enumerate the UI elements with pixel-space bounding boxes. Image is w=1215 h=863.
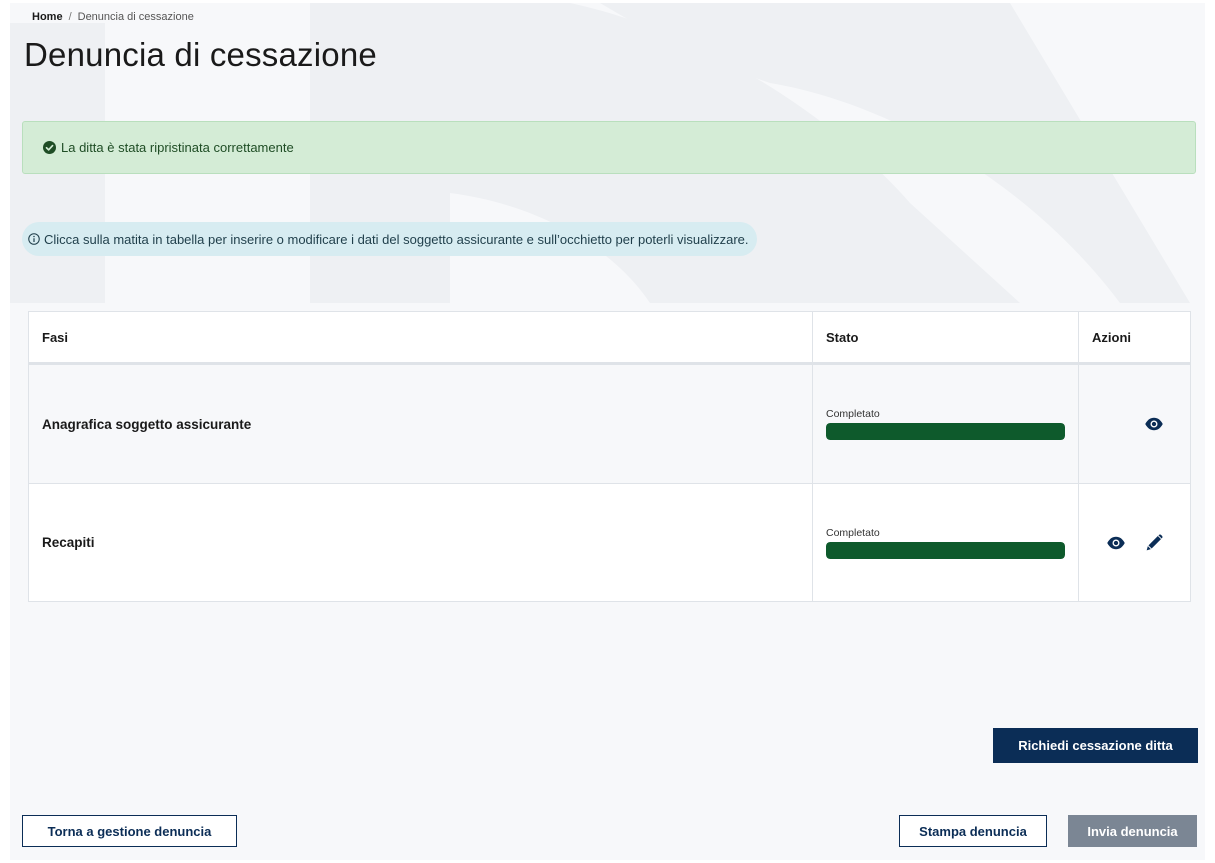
phases-table: Fasi Stato Azioni Anagrafica soggetto as… [28, 311, 1191, 602]
actions-cell [1078, 483, 1191, 602]
table-row: Recapiti Completato [28, 483, 1191, 602]
print-report-button[interactable]: Stampa denuncia [899, 815, 1047, 847]
phase-cell: Anagrafica soggetto assicurante [28, 363, 813, 484]
phase-name: Recapiti [42, 535, 95, 550]
status-label: Completato [826, 408, 880, 420]
table-row: Anagrafica soggetto assicurante Completa… [28, 363, 1191, 484]
progress-fill [826, 541, 1065, 559]
request-cessation-button[interactable]: Richiedi cessazione ditta [993, 728, 1198, 763]
table-header-row: Fasi Stato Azioni [28, 311, 1191, 365]
check-circle-icon [43, 141, 56, 154]
breadcrumb-current: Denuncia di cessazione [77, 11, 194, 23]
header-phases: Fasi [28, 311, 813, 365]
progress-bar [826, 541, 1065, 559]
breadcrumb: Home / Denuncia di cessazione [32, 11, 194, 23]
back-to-management-button[interactable]: Torna a gestione denuncia [22, 815, 237, 847]
header-actions: Azioni [1078, 311, 1191, 365]
send-report-button[interactable]: Invia denuncia [1068, 815, 1197, 847]
info-message-text: Clicca sulla matita in tabella per inser… [44, 231, 749, 247]
header-status: Stato [812, 311, 1079, 365]
pencil-icon[interactable] [1144, 533, 1164, 553]
breadcrumb-separator: / [68, 11, 72, 23]
progress-bar [826, 423, 1065, 440]
content-area: Home / Denuncia di cessazione Denuncia di … [10, 3, 1205, 860]
progress-fill [826, 423, 1065, 440]
info-message: Clicca sulla matita in tabella per inser… [22, 222, 757, 256]
actions-cell [1078, 363, 1191, 484]
page-title: Denuncia di cessazione [24, 36, 377, 73]
eye-icon[interactable] [1144, 414, 1164, 434]
info-circle-icon [28, 233, 40, 245]
eye-icon[interactable] [1106, 533, 1126, 553]
status-cell: Completato [812, 483, 1079, 602]
breadcrumb-home-link[interactable]: Home [32, 11, 63, 23]
status-label: Completato [826, 526, 880, 539]
success-alert-text: La ditta è stata ripristinata correttame… [61, 140, 294, 155]
success-alert: La ditta è stata ripristinata correttame… [22, 121, 1196, 174]
status-cell: Completato [812, 363, 1079, 484]
page-canvas: Home / Denuncia di cessazione Denuncia di … [10, 3, 1205, 860]
phase-cell: Recapiti [28, 483, 813, 602]
phase-name: Anagrafica soggetto assicurante [42, 416, 252, 432]
